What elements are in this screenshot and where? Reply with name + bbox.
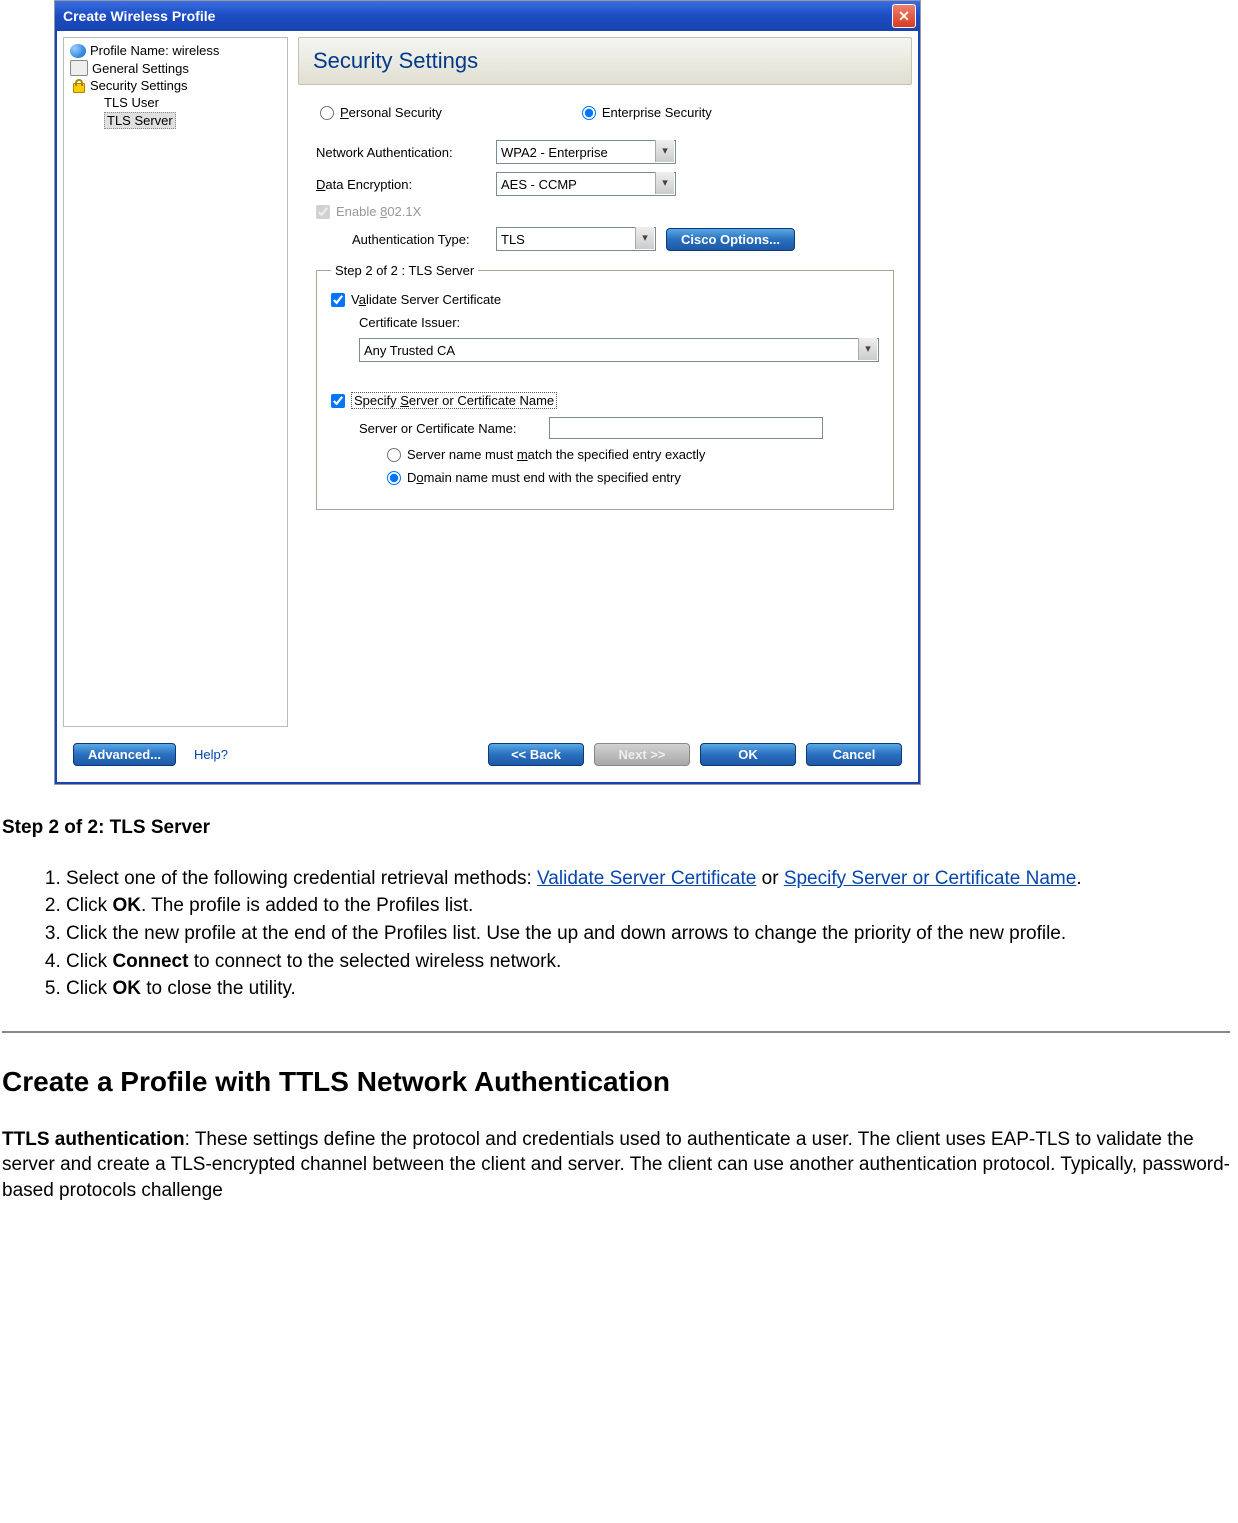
- titlebar[interactable]: Create Wireless Profile ✕: [55, 1, 920, 31]
- card-icon: [70, 60, 88, 76]
- help-link[interactable]: Help?: [194, 747, 228, 762]
- tree-label: Security Settings: [90, 78, 188, 93]
- section-header: Security Settings: [298, 37, 912, 85]
- list-item: Select one of the following credential r…: [66, 865, 1230, 893]
- checkbox-input[interactable]: [331, 394, 345, 408]
- radio-input[interactable]: [387, 471, 401, 485]
- link-specify-name[interactable]: Specify Server or Certificate Name: [784, 868, 1077, 889]
- match-exact-row: Server name must match the specified ent…: [331, 443, 879, 466]
- globe-icon: [70, 44, 86, 58]
- radio-match-domain[interactable]: Domain name must end with the specified …: [387, 470, 681, 485]
- divider: [2, 1031, 1230, 1033]
- tree-label: General Settings: [92, 61, 189, 76]
- nav-tree[interactable]: Profile Name: wireless General Settings …: [63, 37, 288, 727]
- tree-label: TLS User: [104, 95, 159, 110]
- enable-8021x-row: Enable 802.1X: [316, 200, 894, 223]
- link-validate-cert[interactable]: Validate Server Certificate: [537, 868, 756, 889]
- radio-match-exact[interactable]: Server name must match the specified ent…: [387, 447, 705, 462]
- close-icon[interactable]: ✕: [892, 4, 916, 28]
- back-button[interactable]: << Back: [488, 743, 584, 766]
- specify-name-row: Specify Server or Certificate Name: [331, 388, 879, 413]
- radio-input[interactable]: [387, 448, 401, 462]
- checkbox-input[interactable]: [331, 293, 345, 307]
- content-pane: Security Settings Personal Security Ente…: [288, 37, 912, 727]
- tree-item-tls-user[interactable]: TLS User: [64, 94, 287, 111]
- radio-label: Enterprise Security: [602, 105, 712, 120]
- radio-label: Server name must match the specified ent…: [407, 447, 705, 462]
- specify-name-checkbox[interactable]: Specify Server or Certificate Name: [331, 392, 557, 409]
- select-display[interactable]: [496, 227, 656, 251]
- auth-type-row: Authentication Type: Cisco Options...: [316, 223, 894, 255]
- auth-type-select[interactable]: [496, 227, 656, 251]
- next-button: Next >>: [594, 743, 690, 766]
- tree-item-tls-server[interactable]: TLS Server: [64, 111, 287, 130]
- network-auth-row: Network Authentication:: [316, 136, 894, 168]
- radio-input[interactable]: [320, 106, 334, 120]
- tree-item-general[interactable]: General Settings: [64, 59, 287, 77]
- field-label: Certificate Issuer:: [359, 315, 460, 330]
- dialog-window: Create Wireless Profile ✕ Profile Name: …: [54, 0, 921, 785]
- lock-icon: [70, 79, 86, 93]
- cancel-button[interactable]: Cancel: [806, 743, 902, 766]
- list-item: Click the new profile at the end of the …: [66, 920, 1230, 948]
- section-heading: Create a Profile with TTLS Network Authe…: [2, 1063, 1230, 1101]
- tls-server-fieldset: Step 2 of 2 : TLS Server Validate Server…: [316, 263, 894, 510]
- checkbox-label: Specify Server or Certificate Name: [351, 392, 557, 409]
- list-item: Click OK to close the utility.: [66, 975, 1230, 1003]
- radio-label: Personal Security: [340, 105, 442, 120]
- network-auth-select[interactable]: [496, 140, 676, 164]
- ok-button[interactable]: OK: [700, 743, 796, 766]
- field-label: Data Encryption:: [316, 177, 496, 192]
- cert-issuer-label-row: Certificate Issuer:: [331, 311, 879, 334]
- tree-item-security[interactable]: Security Settings: [64, 77, 287, 94]
- fieldset-legend: Step 2 of 2 : TLS Server: [331, 263, 478, 278]
- select-display[interactable]: [496, 140, 676, 164]
- validate-cert-row: Validate Server Certificate: [331, 288, 879, 311]
- step-heading: Step 2 of 2: TLS Server: [2, 815, 1230, 841]
- cisco-options-button[interactable]: Cisco Options...: [666, 228, 795, 251]
- paragraph: TTLS authentication: These settings defi…: [2, 1127, 1230, 1204]
- document-body: Step 2 of 2: TLS Server Select one of th…: [0, 815, 1238, 1240]
- data-encryption-row: Data Encryption:: [316, 168, 894, 200]
- radio-enterprise-security[interactable]: Enterprise Security: [582, 105, 712, 120]
- checkbox-label: Validate Server Certificate: [351, 292, 501, 307]
- step-list: Select one of the following credential r…: [2, 865, 1230, 1003]
- list-item: Click Connect to connect to the selected…: [66, 948, 1230, 976]
- enable-8021x-checkbox: Enable 802.1X: [316, 204, 421, 219]
- cert-issuer-select[interactable]: [359, 338, 879, 362]
- match-domain-row: Domain name must end with the specified …: [331, 466, 879, 489]
- list-item: Click OK. The profile is added to the Pr…: [66, 892, 1230, 920]
- select-display[interactable]: [496, 172, 676, 196]
- tree-label: TLS Server: [104, 112, 176, 129]
- field-label: Server or Certificate Name:: [359, 421, 549, 436]
- field-label: Network Authentication:: [316, 145, 496, 160]
- button-bar: Advanced... Help? << Back Next >> OK Can…: [63, 727, 912, 776]
- checkbox-label: Enable 802.1X: [336, 204, 421, 219]
- security-type-group: Personal Security Enterprise Security: [316, 95, 894, 136]
- field-label: Authentication Type:: [316, 232, 496, 247]
- server-name-input[interactable]: [549, 417, 823, 439]
- radio-personal-security[interactable]: Personal Security: [320, 105, 442, 120]
- server-name-row: Server or Certificate Name:: [331, 413, 879, 443]
- window-title: Create Wireless Profile: [63, 8, 215, 24]
- radio-input[interactable]: [582, 106, 596, 120]
- data-encryption-select[interactable]: [496, 172, 676, 196]
- radio-label: Domain name must end with the specified …: [407, 470, 681, 485]
- checkbox-input: [316, 205, 330, 219]
- tree-label: Profile Name: wireless: [90, 43, 219, 58]
- select-display[interactable]: [359, 338, 879, 362]
- cert-issuer-select-row: [331, 334, 879, 366]
- tree-item-profile[interactable]: Profile Name: wireless: [64, 42, 287, 59]
- validate-cert-checkbox[interactable]: Validate Server Certificate: [331, 292, 501, 307]
- advanced-button[interactable]: Advanced...: [73, 743, 176, 766]
